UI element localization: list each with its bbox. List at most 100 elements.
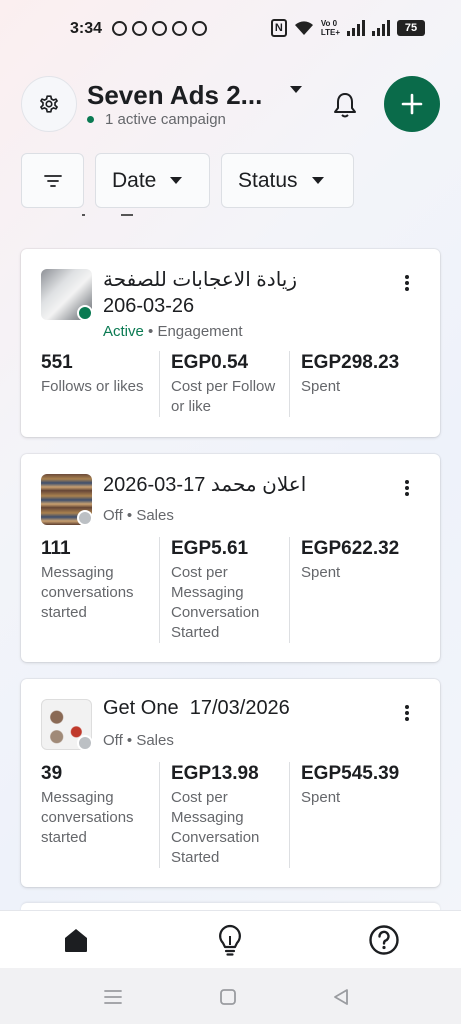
filter-button[interactable] bbox=[21, 153, 84, 208]
account-title[interactable]: Seven Ads 2... bbox=[87, 80, 262, 111]
metric-results: 111 Messaging conversations started bbox=[21, 537, 159, 643]
clock: 3:34 bbox=[70, 20, 103, 37]
home-icon bbox=[65, 929, 87, 952]
date-filter-dropdown[interactable]: Date bbox=[95, 153, 210, 208]
campaign-status: Off bbox=[103, 732, 123, 749]
wifi-icon bbox=[294, 21, 313, 35]
campaign-status: Active bbox=[103, 323, 144, 340]
metric-cost-per-result: EGP5.61 Cost per Messaging Conversation … bbox=[159, 537, 289, 643]
metric-value: EGP13.98 bbox=[171, 763, 259, 784]
metric-label: Cost per Messaging Conversation Started bbox=[171, 564, 260, 641]
meta-separator: • bbox=[126, 732, 137, 749]
campaign-card[interactable]: اعلان محمد 17-03-2026 Off • Sales 111 Me… bbox=[21, 454, 440, 662]
system-indicators: N Vo 0 LTE+ 75 bbox=[270, 19, 425, 37]
send-icon bbox=[192, 21, 207, 36]
metrics-row: 111 Messaging conversations started EGP5… bbox=[21, 537, 440, 643]
metrics-row: 551 Follows or likes EGP0.54 Cost per Fo… bbox=[21, 351, 440, 417]
more-options-button[interactable] bbox=[397, 273, 417, 293]
metric-cost-per-result: EGP0.54 Cost per Follow or like bbox=[159, 351, 289, 417]
campaign-meta: Off • Sales bbox=[103, 507, 174, 524]
sync-icon bbox=[152, 21, 167, 36]
account-dropdown-icon[interactable] bbox=[290, 86, 302, 93]
metric-value: EGP5.61 bbox=[171, 538, 249, 559]
signal-1-icon bbox=[347, 20, 365, 36]
active-campaign-count: 1 active campaign bbox=[105, 111, 226, 128]
back-button[interactable] bbox=[330, 986, 352, 1008]
campaign-card[interactable]: Get One 17/03/2026 Off • Sales 39 Messag… bbox=[21, 679, 440, 887]
metric-value: 111 bbox=[41, 538, 71, 559]
gear-icon bbox=[40, 95, 58, 113]
nav-help[interactable] bbox=[367, 923, 401, 957]
back-triangle-icon bbox=[334, 989, 348, 1005]
metric-label: Spent bbox=[301, 564, 341, 581]
metric-results: 551 Follows or likes bbox=[21, 351, 159, 417]
metric-label: Spent bbox=[301, 378, 341, 395]
campaign-objective: Sales bbox=[136, 507, 174, 524]
metric-cost-per-result: EGP13.98 Cost per Messaging Conversation… bbox=[159, 762, 289, 868]
campaign-status: Off bbox=[103, 507, 123, 524]
bottom-navigation bbox=[0, 910, 461, 968]
volte-icon: Vo 0 LTE+ bbox=[321, 19, 340, 37]
campaign-objective: Engagement bbox=[157, 323, 243, 340]
metric-spent: EGP622.32 Spent bbox=[289, 537, 439, 643]
volte-line-1: Vo 0 bbox=[320, 19, 338, 28]
signal-2-icon bbox=[372, 20, 390, 36]
meta-separator: • bbox=[126, 507, 137, 524]
battery-icon: 75 bbox=[397, 20, 425, 36]
metric-value: EGP622.32 bbox=[301, 538, 400, 559]
metric-value: EGP545.39 bbox=[301, 763, 400, 784]
campaign-meta: Active • Engagement bbox=[103, 323, 243, 340]
metric-value: 551 bbox=[41, 352, 73, 373]
chevron-down-icon bbox=[311, 177, 324, 184]
metric-value: EGP298.23 bbox=[301, 352, 400, 373]
notifications-button[interactable] bbox=[326, 86, 364, 124]
metric-label: Cost per Follow or like bbox=[171, 378, 276, 415]
campaign-name-line-2: 206-03-26 bbox=[103, 295, 195, 317]
square-icon bbox=[220, 989, 236, 1005]
metrics-row: 39 Messaging conversations started EGP13… bbox=[21, 762, 440, 868]
metric-label: Messaging conversations started bbox=[41, 789, 134, 846]
campaign-meta: Off • Sales bbox=[103, 732, 174, 749]
metric-label: Follows or likes bbox=[41, 378, 144, 395]
date-filter-label: Date bbox=[112, 168, 157, 192]
messenger-icon bbox=[172, 21, 187, 36]
metric-value: 39 bbox=[41, 763, 63, 784]
nav-home[interactable] bbox=[59, 923, 93, 957]
scrolled-text-fragment bbox=[75, 210, 135, 218]
create-ad-button[interactable] bbox=[384, 76, 440, 132]
status-dot bbox=[77, 735, 93, 751]
status-bar: 3:34 N Vo 0 LTE+ 75 bbox=[0, 0, 461, 60]
campaign-name: اعلان محمد 17-03-2026 bbox=[103, 474, 307, 496]
status-filter-label: Status bbox=[238, 168, 298, 192]
metric-label: Spent bbox=[301, 789, 341, 806]
lightbulb-icon bbox=[219, 924, 241, 956]
active-status-dot bbox=[87, 116, 94, 123]
notification-icons bbox=[112, 21, 207, 36]
help-icon bbox=[369, 925, 399, 955]
campaign-card[interactable]: زيادة الاعجابات للصفحة 206-03-26 Active … bbox=[21, 249, 440, 437]
nfc-icon: N bbox=[270, 19, 287, 37]
status-dot bbox=[77, 510, 93, 526]
whatsapp-icon bbox=[112, 21, 127, 36]
more-options-button[interactable] bbox=[397, 478, 417, 498]
metric-label: Cost per Messaging Conversation Started bbox=[171, 789, 260, 866]
filter-icon bbox=[43, 174, 62, 187]
status-dot bbox=[77, 305, 93, 321]
menu-icon bbox=[104, 990, 122, 1004]
settings-button[interactable] bbox=[21, 76, 77, 132]
metric-spent: EGP545.39 Spent bbox=[289, 762, 439, 868]
home-system-button[interactable] bbox=[217, 986, 239, 1008]
metric-label: Messaging conversations started bbox=[41, 564, 134, 621]
recent-apps-button[interactable] bbox=[102, 986, 124, 1008]
nav-insights[interactable] bbox=[213, 923, 247, 957]
bell-icon bbox=[334, 93, 356, 118]
metric-value: EGP0.54 bbox=[171, 352, 249, 373]
campaign-name: Get One 17/03/2026 bbox=[103, 697, 290, 719]
campaign-objective: Sales bbox=[136, 732, 174, 749]
volte-line-2: LTE+ bbox=[320, 28, 340, 37]
status-filter-dropdown[interactable]: Status bbox=[221, 153, 354, 208]
more-options-button[interactable] bbox=[397, 703, 417, 723]
whatsapp-business-icon bbox=[132, 21, 147, 36]
chevron-down-icon bbox=[170, 177, 183, 184]
metric-spent: EGP298.23 Spent bbox=[289, 351, 439, 417]
